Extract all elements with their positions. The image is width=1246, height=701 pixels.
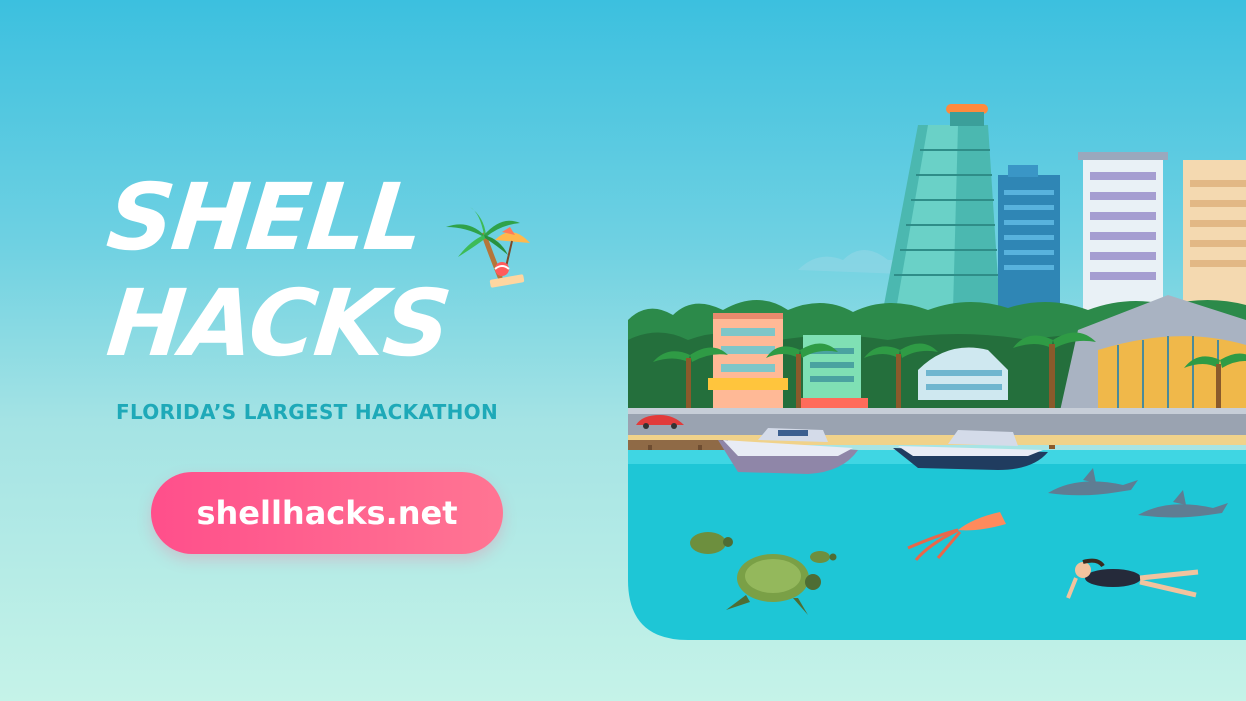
skyscraper-glass-tower bbox=[883, 104, 1000, 310]
hotel-building-pink bbox=[708, 313, 788, 415]
miami-waterfront-illustration bbox=[628, 104, 1246, 640]
skyscraper-blue bbox=[998, 165, 1060, 315]
website-link-button[interactable]: shellhacks.net bbox=[151, 472, 503, 554]
skyscraper-white bbox=[1078, 152, 1168, 315]
banner: SHELL HACKS FLORIDA’S LARGEST HACKATHON … bbox=[0, 0, 1246, 701]
palm-tree-icon bbox=[446, 207, 530, 288]
website-link-label: shellhacks.net bbox=[196, 494, 458, 532]
logo-title-line-1: SHELL bbox=[102, 164, 428, 271]
logo-title-line-2: HACKS bbox=[102, 270, 455, 377]
skyscraper-tan bbox=[1183, 160, 1246, 320]
tagline: FLORIDA’S LARGEST HACKATHON bbox=[116, 400, 498, 424]
